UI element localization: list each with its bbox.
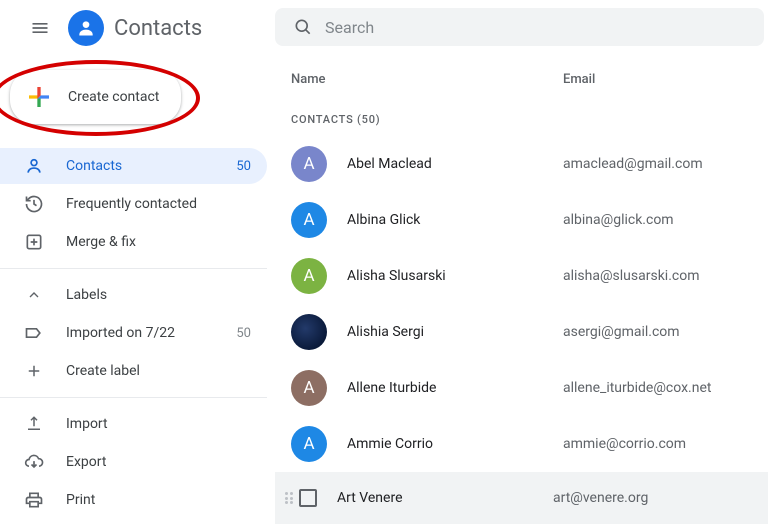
sidebar-item-count: 50 [236,326,251,341]
search-icon [293,17,313,37]
contact-name: Albina Glick [347,212,563,228]
divider [0,397,267,398]
table-row[interactable]: Alishia Sergiasergi@gmail.com [275,304,768,360]
contacts-section-label: CONTACTS (50) [275,99,768,136]
sidebar-item-label: Print [66,492,251,508]
table-row[interactable]: A Allene Iturbideallene_iturbide@cox.net [275,360,768,416]
person-outline-icon [24,156,44,176]
person-icon [76,18,96,38]
sidebar-item-create-label[interactable]: Create label [0,353,267,389]
sidebar-item-merge-fix[interactable]: Merge & fix [0,224,267,260]
contact-avatar: A [291,202,327,238]
sidebar-item-label: Labels [66,287,251,303]
contact-email: art@venere.org [553,490,648,506]
sidebar-item-label: Imported on 7/22 [66,325,214,341]
sidebar-item-import[interactable]: Import [0,406,267,442]
sidebar-item-label: Create label [66,363,251,379]
create-contact-button[interactable]: Create contact [10,70,181,124]
app-logo [68,10,104,46]
create-contact-label: Create contact [68,89,159,105]
plus-icon [25,362,43,380]
contact-name: Allene Iturbide [347,380,563,396]
sidebar-item-label: Contacts [66,158,214,174]
contact-name: Art Venere [337,490,553,506]
sidebar-item-label: Import [66,416,251,432]
sidebar-item-export[interactable]: Export [0,444,267,480]
print-icon [24,490,44,510]
sidebar-item-label: Merge & fix [66,234,251,250]
contact-email: alisha@slusarski.com [563,268,700,284]
column-header-email: Email [563,72,595,87]
column-header-name: Name [291,72,563,87]
table-row[interactable]: A Abel Macleadamaclead@gmail.com [275,136,768,192]
merge-fix-icon [24,232,44,252]
hamburger-icon [30,18,50,38]
search-input[interactable] [325,18,746,37]
divider [0,268,267,269]
cloud-download-icon [24,452,44,472]
chevron-up-icon [26,287,42,303]
upload-icon [25,415,43,433]
table-header: Name Email [275,54,768,99]
contact-name: Alisha Slusarski [347,268,563,284]
contact-avatar: A [291,426,327,462]
sidebar-item-label: Export [66,454,251,470]
contact-email: asergi@gmail.com [563,324,680,340]
sidebar-item-frequent[interactable]: Frequently contacted [0,186,267,222]
contact-email: ammie@corrio.com [563,436,686,452]
history-icon [24,194,44,214]
drag-handle-icon[interactable] [281,492,299,504]
contact-email: albina@glick.com [563,212,674,228]
contact-name: Alishia Sergi [347,324,563,340]
sidebar-item-label: Frequently contacted [66,196,251,212]
table-row[interactable]: A Alisha Slusarskialisha@slusarski.com [275,248,768,304]
main-menu-button[interactable] [20,8,60,48]
table-row[interactable]: A Albina Glickalbina@glick.com [275,192,768,248]
contact-avatar: A [291,146,327,182]
contact-email: amaclead@gmail.com [563,156,703,172]
table-row[interactable]: A Ammie Corrioammie@corrio.com [275,416,768,472]
contacts-list: A Abel Macleadamaclead@gmail.com A Albina G… [275,136,768,524]
sidebar-item-print[interactable]: Print [0,482,267,518]
contact-avatar [291,314,327,350]
search-bar[interactable] [275,8,764,46]
contact-avatar: A [291,370,327,406]
contact-avatar: A [291,258,327,294]
sidebar-item-count: 50 [236,159,251,174]
contact-name: Ammie Corrio [347,436,563,452]
sidebar-item-contacts[interactable]: Contacts 50 [0,148,267,184]
table-row[interactable]: Art Venereart@venere.org [275,472,768,524]
contact-name: Abel Maclead [347,156,563,172]
row-checkbox[interactable] [299,489,317,507]
label-icon [24,323,44,343]
contact-email: allene_iturbide@cox.net [563,380,711,396]
sidebar-labels-header[interactable]: Labels [0,277,267,313]
plus-multicolor-icon [24,82,54,112]
app-title: Contacts [114,16,202,41]
sidebar-item-label-imported[interactable]: Imported on 7/22 50 [0,315,267,351]
